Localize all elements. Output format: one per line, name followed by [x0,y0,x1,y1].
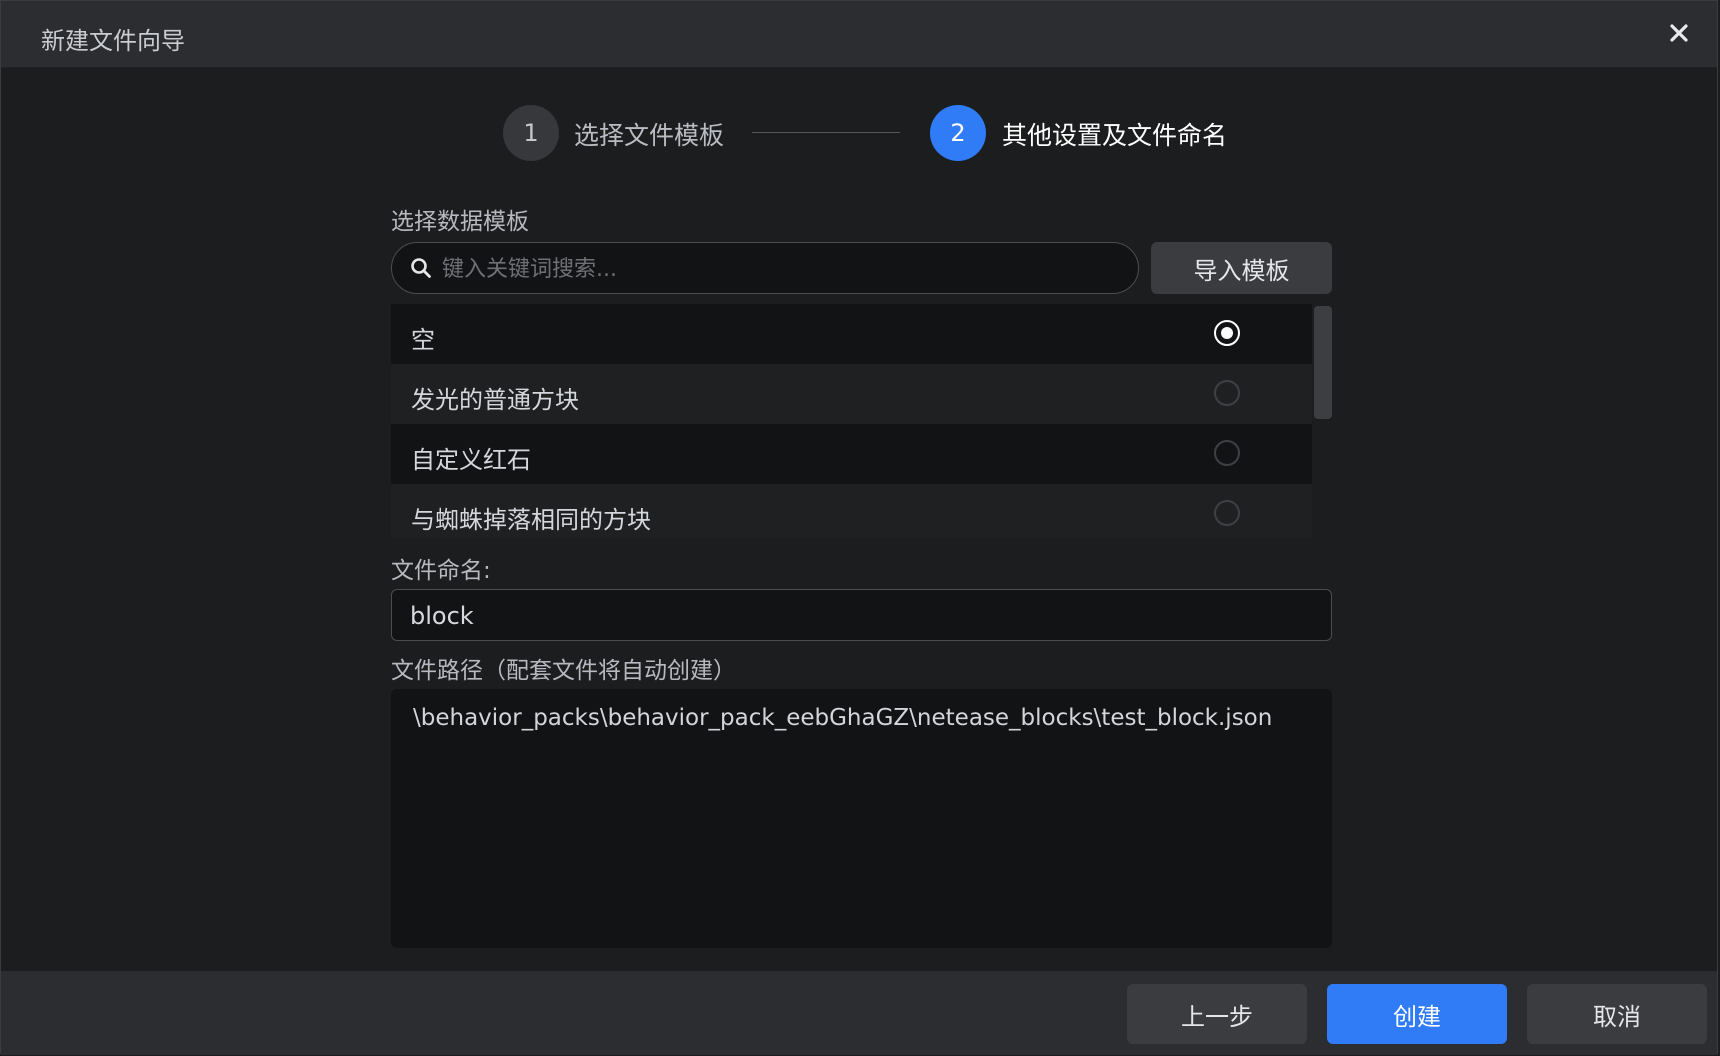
template-radio[interactable] [1214,380,1240,406]
template-item-glowing-block[interactable]: 发光的普通方块 [391,364,1312,424]
title-bar: 新建文件向导 [1,1,1717,68]
template-item-spider-drop-block[interactable]: 与蜘蛛掉落相同的方块 [391,484,1312,538]
template-item-empty[interactable]: 空 [391,304,1312,364]
filename-field[interactable] [391,589,1332,641]
dialog-title: 新建文件向导 [41,27,185,55]
template-search-box[interactable] [391,242,1139,294]
template-item-label: 与蜘蛛掉落相同的方块 [411,506,651,534]
previous-step-button[interactable]: 上一步 [1127,984,1307,1044]
template-item-label: 发光的普通方块 [411,386,579,414]
template-item-label: 自定义红石 [411,446,531,474]
template-section-label: 选择数据模板 [391,209,529,235]
filepath-value: \behavior_packs\behavior_pack_eebGhaGZ\n… [413,705,1273,731]
template-search-input[interactable] [440,251,1124,287]
template-item-label: 空 [411,326,435,354]
step-1-label: 选择文件模板 [574,121,725,150]
template-radio-selected[interactable] [1214,320,1240,346]
template-item-custom-redstone[interactable]: 自定义红石 [391,424,1312,484]
step-2-circle: 2 [930,105,986,161]
template-list: 空 发光的普通方块 自定义红石 与蜘蛛掉落相同的方块 [391,304,1312,538]
cancel-button[interactable]: 取消 [1527,984,1707,1044]
create-button[interactable]: 创建 [1327,984,1507,1044]
step-connector-line [752,132,900,133]
template-radio[interactable] [1214,440,1240,466]
import-template-button[interactable]: 导入模板 [1151,242,1332,294]
close-icon [1670,24,1688,42]
filename-label: 文件命名: [391,558,491,584]
step-1-circle: 1 [503,105,559,161]
new-file-wizard-dialog: 新建文件向导 1 选择文件模板 2 其他设置及文件命名 选择数据模板 导入模板 … [0,0,1718,1055]
filepath-display: \behavior_packs\behavior_pack_eebGhaGZ\n… [391,689,1332,948]
template-list-scrollbar-thumb[interactable] [1314,306,1332,419]
template-radio[interactable] [1214,500,1240,526]
filepath-label: 文件路径（配套文件将自动创建） [391,658,736,684]
close-button[interactable] [1663,17,1695,49]
step-2-label: 其他设置及文件命名 [1002,121,1228,150]
search-icon [411,258,431,278]
filename-input[interactable] [408,598,1312,634]
step-1-number: 1 [523,119,539,147]
step-2-number: 2 [950,119,966,147]
